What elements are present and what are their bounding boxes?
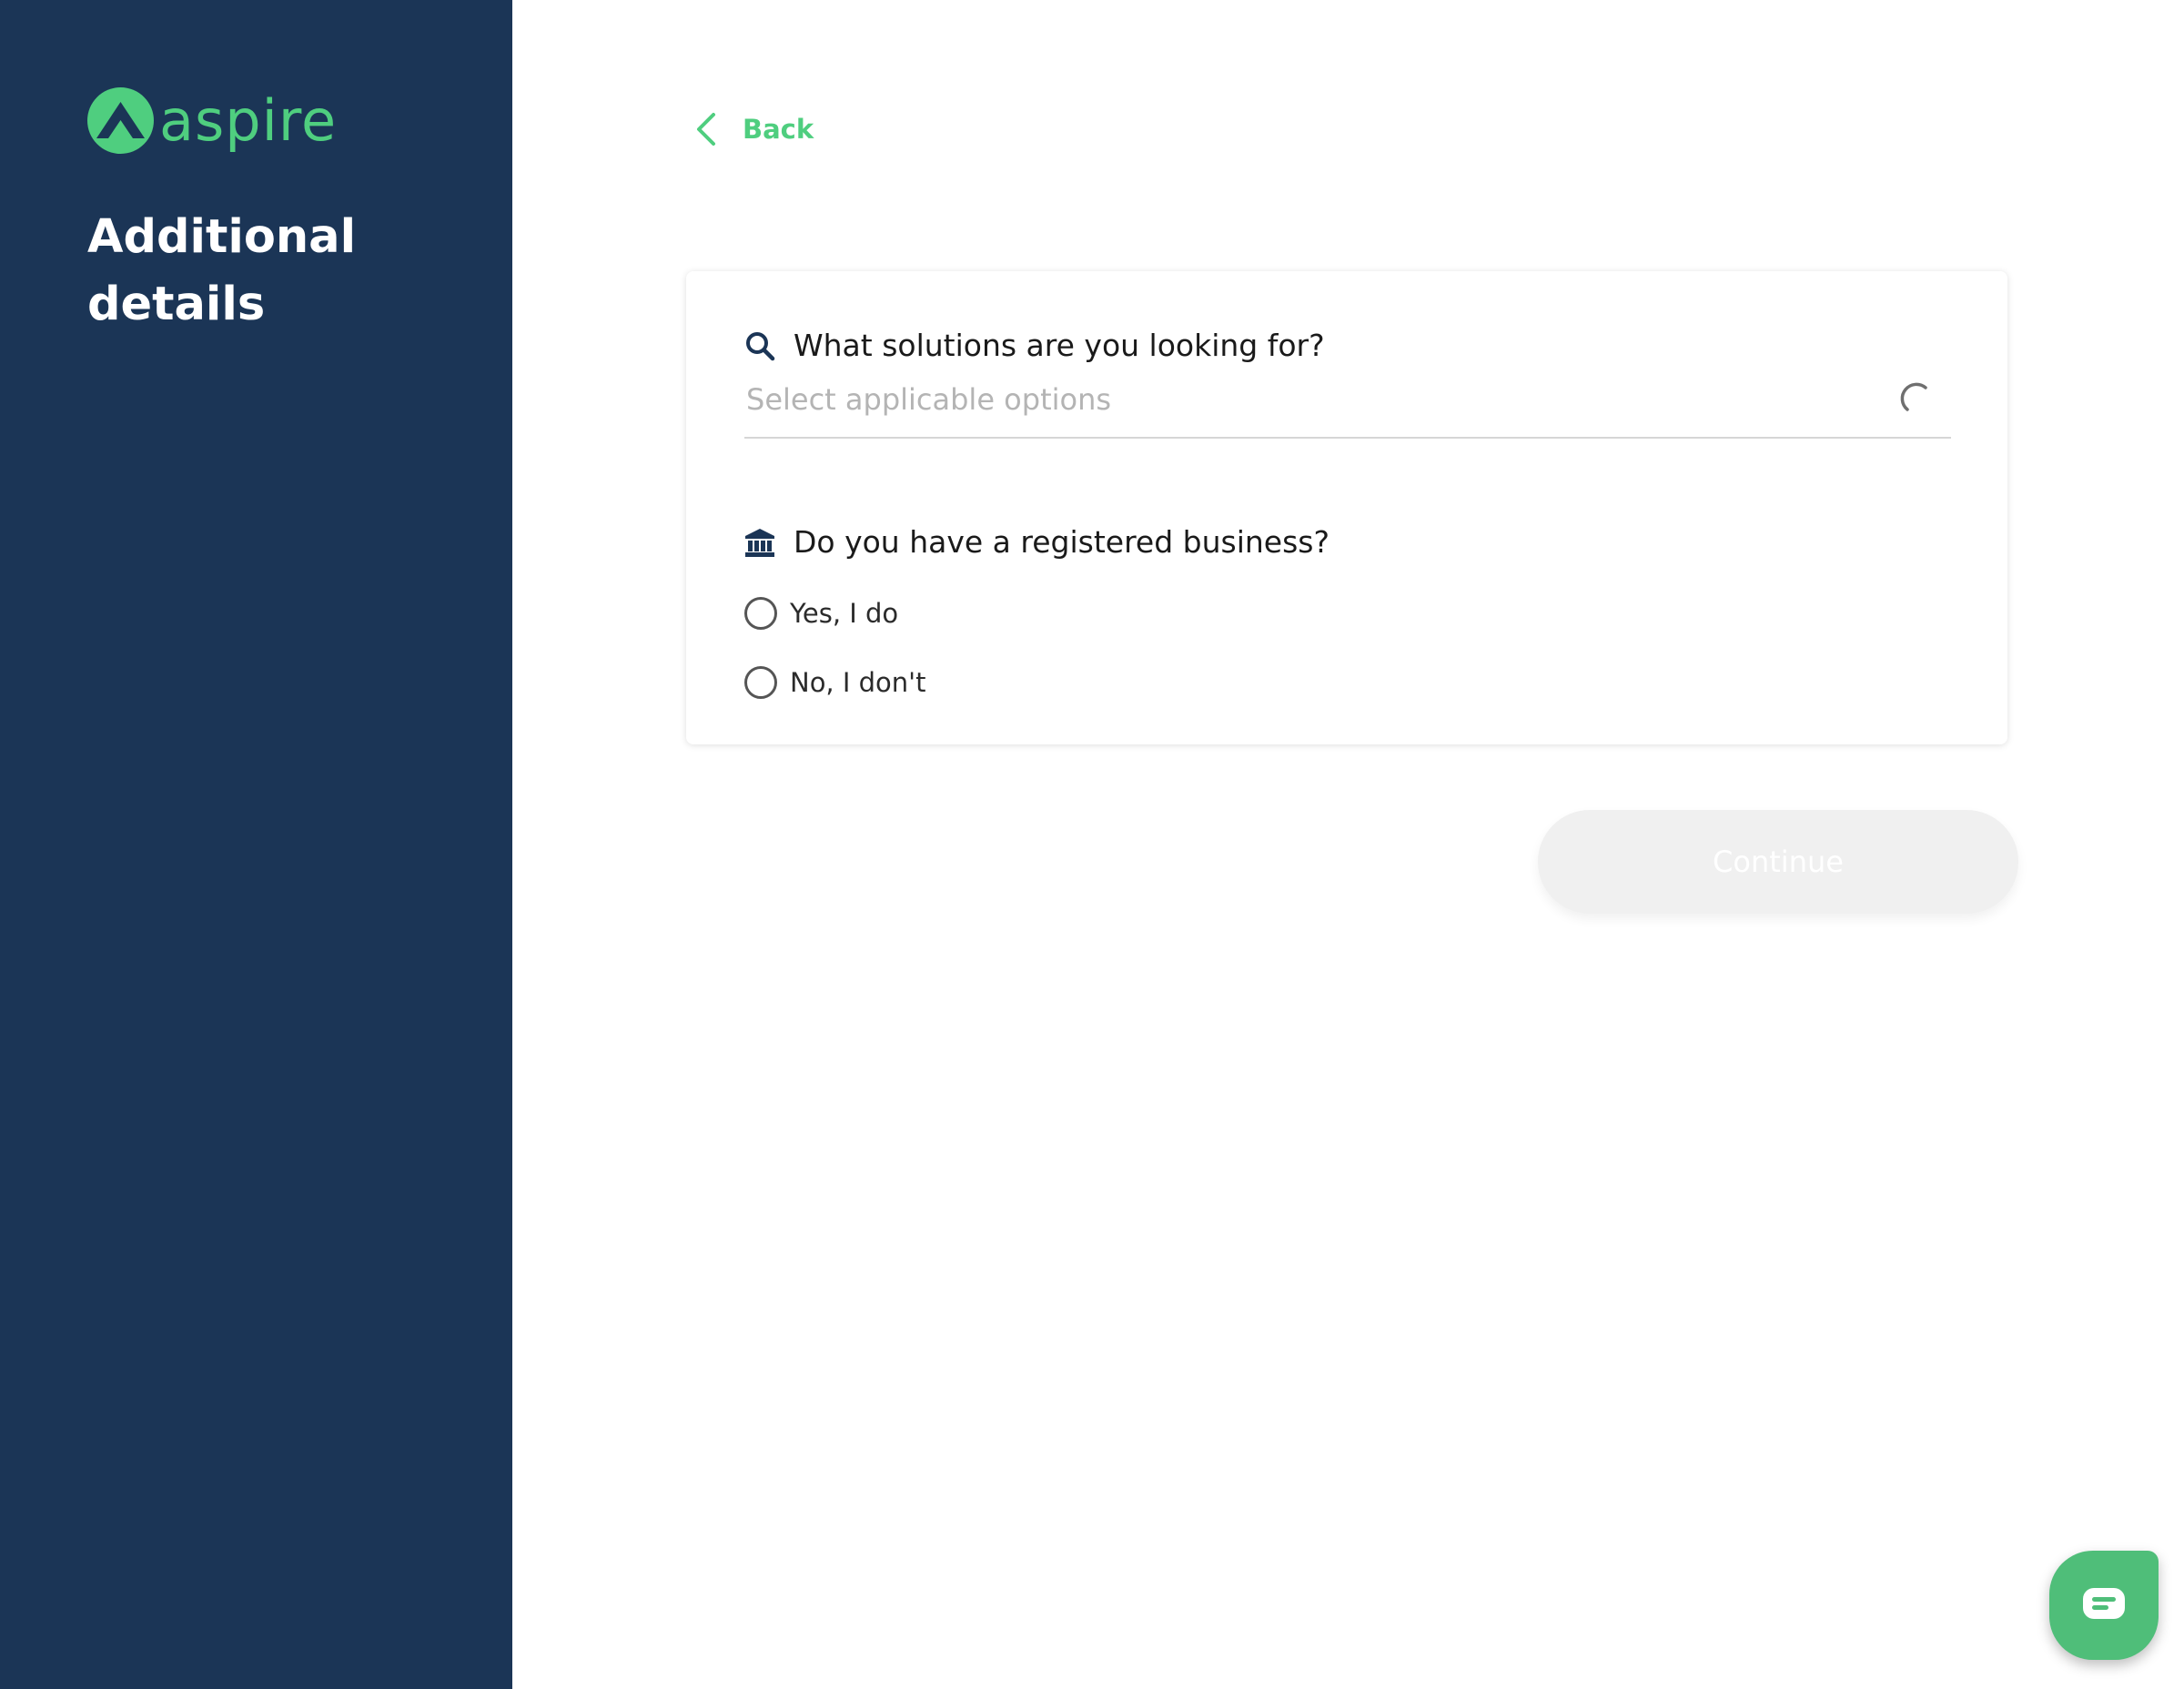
chat-bubble-icon — [2083, 1588, 2125, 1619]
radio-option-yes[interactable]: Yes, I do — [744, 597, 898, 630]
business-question: Do you have a registered business? — [744, 524, 1330, 560]
details-form-card: What solutions are you looking for? Sele… — [686, 271, 2007, 744]
aspire-logo-icon — [87, 87, 154, 154]
radio-button-no[interactable] — [744, 666, 777, 699]
aspire-logo: aspire — [87, 87, 337, 154]
business-question-text: Do you have a registered business? — [794, 524, 1330, 560]
solutions-select[interactable]: Select applicable options — [744, 379, 1951, 439]
logo-text: aspire — [159, 86, 338, 154]
sidebar: aspire Additional details — [0, 0, 512, 1689]
solutions-question-text: What solutions are you looking for? — [794, 328, 1325, 363]
search-icon — [746, 331, 775, 360]
back-link[interactable]: Back — [693, 111, 814, 147]
loading-spinner-icon — [1900, 382, 1927, 411]
radio-label-yes: Yes, I do — [790, 598, 899, 629]
radio-label-no: No, I don't — [790, 667, 926, 698]
page-title: Additional details — [87, 210, 357, 331]
back-label: Back — [743, 114, 814, 145]
solutions-select-placeholder: Select applicable options — [746, 382, 1112, 417]
bank-icon — [745, 528, 774, 557]
solutions-question: What solutions are you looking for? — [744, 328, 1325, 363]
radio-option-no[interactable]: No, I don't — [744, 666, 926, 699]
chat-button[interactable] — [2049, 1551, 2159, 1660]
continue-button[interactable]: Continue — [1538, 810, 2018, 914]
chevron-left-icon — [697, 113, 715, 146]
radio-button-yes[interactable] — [744, 597, 777, 630]
